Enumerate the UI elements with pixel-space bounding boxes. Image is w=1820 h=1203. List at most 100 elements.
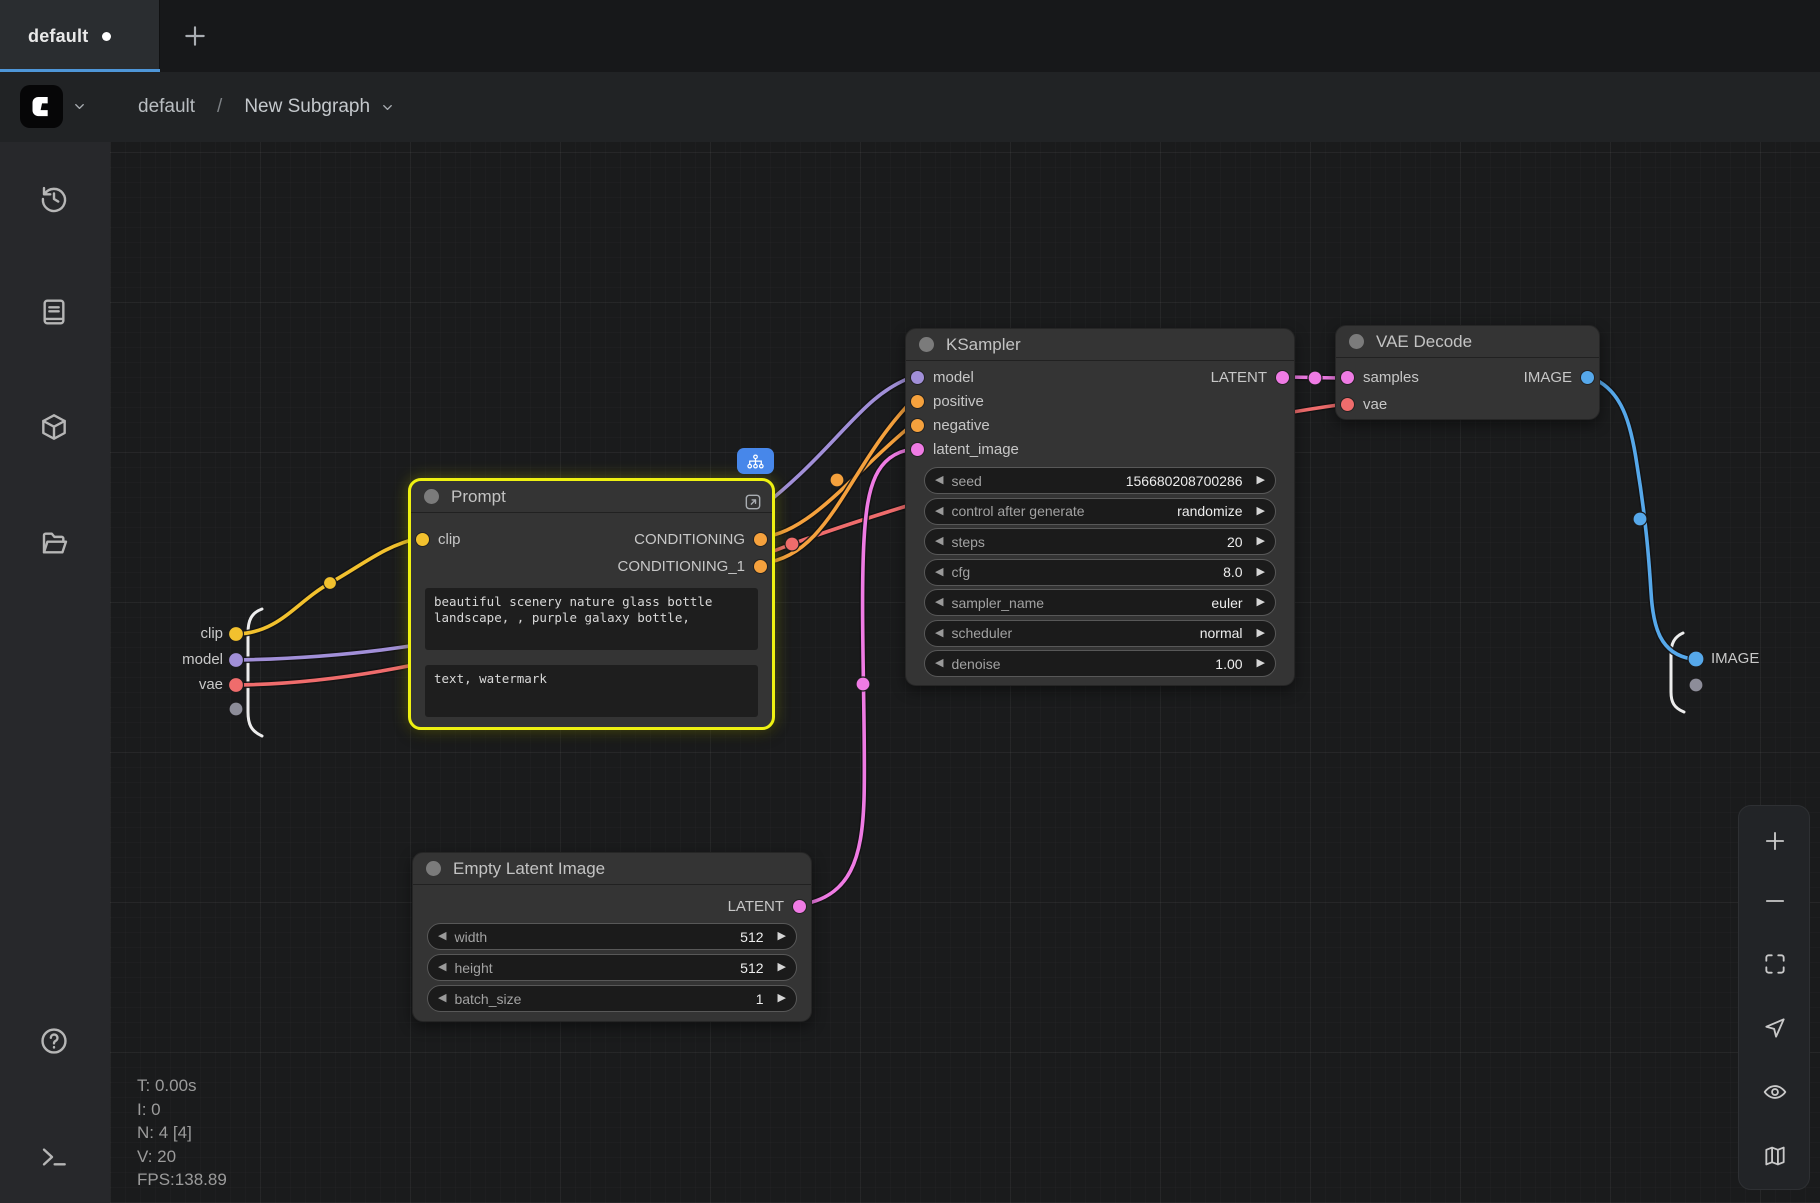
widget-width[interactable]: ◀ width 512 ▶ [427,923,797,950]
output-label-image: IMAGE [1524,369,1572,386]
increment-arrow-icon[interactable]: ▶ [1257,658,1265,669]
widget-scheduler[interactable]: ◀ scheduler normal ▶ [924,620,1276,647]
node-ksampler[interactable]: KSampler model LATENT positive negative … [905,328,1295,686]
decrement-arrow-icon[interactable]: ◀ [438,962,446,973]
widget-value[interactable]: randomize [1177,503,1242,519]
output-slot-latent[interactable] [793,900,806,913]
widget-cfg[interactable]: ◀ cfg 8.0 ▶ [924,559,1276,586]
node-header[interactable]: Empty Latent Image [413,853,811,885]
node-title: VAE Decode [1376,332,1472,352]
widget-value[interactable]: 1.00 [1215,656,1242,672]
subgraph-input-label-clip: clip [128,625,223,642]
widget-seed[interactable]: ◀ seed 156680208700286 ▶ [924,467,1276,494]
widget-value[interactable]: 512 [740,960,763,976]
collapse-dot[interactable] [424,489,439,504]
input-slot-vae[interactable] [1341,398,1354,411]
input-label-vae: vae [1363,396,1387,413]
minimap-button[interactable] [1762,1143,1788,1169]
output-slot-conditioning[interactable] [754,533,767,546]
slot-row: LATENT [413,893,811,919]
increment-arrow-icon[interactable]: ▶ [778,931,786,942]
zoom-in-icon [1762,828,1788,854]
zoom-out-button[interactable] [1762,888,1788,914]
breadcrumb-subgraph[interactable]: New Subgraph [244,96,395,118]
collapse-dot[interactable] [426,861,441,876]
widget-batch-size[interactable]: ◀ batch_size 1 ▶ [427,985,797,1012]
node-vae-decode[interactable]: VAE Decode samples IMAGE vae [1335,325,1600,420]
increment-arrow-icon[interactable]: ▶ [778,993,786,1004]
input-slot-samples[interactable] [1341,371,1354,384]
widget-value[interactable]: euler [1211,595,1242,611]
input-slot-positive[interactable] [911,395,924,408]
breadcrumb-subgraph-label: New Subgraph [244,96,370,118]
widget-sampler-name[interactable]: ◀ sampler_name euler ▶ [924,589,1276,616]
increment-arrow-icon[interactable]: ▶ [778,962,786,973]
select-mode-button[interactable] [1762,1015,1788,1041]
node-empty-latent-image[interactable]: Empty Latent Image LATENT ◀ width 512 ▶ … [412,852,812,1022]
widget-value[interactable]: 156680208700286 [1126,473,1243,489]
decrement-arrow-icon[interactable]: ◀ [438,931,446,942]
canvas-controls-panel [1738,805,1810,1190]
decrement-arrow-icon[interactable]: ◀ [935,597,943,608]
increment-arrow-icon[interactable]: ▶ [1257,628,1265,639]
widget-control-after-generate[interactable]: ◀ control after generate randomize ▶ [924,498,1276,525]
decrement-arrow-icon[interactable]: ◀ [935,536,943,547]
node-prompt[interactable]: Prompt clip CONDITIONING CONDITIONING_1 … [408,478,775,730]
sidebar-terminal-button[interactable] [37,1140,71,1174]
subgraph-badge[interactable] [737,448,774,474]
widget-height[interactable]: ◀ height 512 ▶ [427,954,797,981]
comfy-logo[interactable] [20,85,63,128]
widget-value[interactable]: normal [1200,625,1243,641]
expand-subgraph-icon[interactable] [743,492,763,512]
slot-row: CONDITIONING_1 [411,553,772,579]
decrement-arrow-icon[interactable]: ◀ [935,506,943,517]
output-slot-image[interactable] [1581,371,1594,384]
input-slot-model[interactable] [911,371,924,384]
increment-arrow-icon[interactable]: ▶ [1257,506,1265,517]
increment-arrow-icon[interactable]: ▶ [1257,536,1265,547]
sidebar-workflows-button[interactable] [37,526,71,560]
widget-value[interactable]: 512 [740,929,763,945]
input-slot-latent-image[interactable] [911,443,924,456]
node-header[interactable]: VAE Decode [1336,326,1599,358]
collapse-dot[interactable] [919,337,934,352]
toggle-link-visibility-button[interactable] [1762,1079,1788,1105]
decrement-arrow-icon[interactable]: ◀ [438,993,446,1004]
widget-name: sampler_name [951,595,1203,611]
fit-view-button[interactable] [1762,951,1788,977]
increment-arrow-icon[interactable]: ▶ [1257,597,1265,608]
widget-value[interactable]: 20 [1227,534,1243,550]
collapse-dot[interactable] [1349,334,1364,349]
node-header[interactable]: KSampler [906,329,1294,361]
decrement-arrow-icon[interactable]: ◀ [935,475,943,486]
logo-dropdown-chevron[interactable] [72,99,87,119]
workflow-tab-default[interactable]: default [0,0,160,72]
node-header[interactable]: Prompt [411,481,772,513]
decrement-arrow-icon[interactable]: ◀ [935,567,943,578]
widget-name: batch_size [454,991,747,1007]
new-workflow-tab-button[interactable] [172,14,218,58]
model-box-icon [38,411,70,443]
sidebar-node-library-button[interactable] [37,295,71,329]
decrement-arrow-icon[interactable]: ◀ [935,658,943,669]
widget-value[interactable]: 1 [756,991,764,1007]
sidebar-history-button[interactable] [37,182,71,216]
output-slot-conditioning-1[interactable] [754,560,767,573]
widget-steps[interactable]: ◀ steps 20 ▶ [924,528,1276,555]
increment-arrow-icon[interactable]: ▶ [1257,475,1265,486]
slot-row: model LATENT [906,365,1294,389]
positive-prompt-textarea[interactable]: beautiful scenery nature glass bottle la… [425,588,758,650]
negative-prompt-textarea[interactable]: text, watermark [425,665,758,717]
stat-nodes: N: 4 [4] [137,1121,227,1145]
sidebar-help-button[interactable] [37,1024,71,1058]
breadcrumb-workflow[interactable]: default [138,96,195,118]
output-slot-latent[interactable] [1276,371,1289,384]
input-slot-clip[interactable] [416,533,429,546]
input-slot-negative[interactable] [911,419,924,432]
widget-value[interactable]: 8.0 [1223,564,1242,580]
decrement-arrow-icon[interactable]: ◀ [935,628,943,639]
sidebar-models-button[interactable] [37,410,71,444]
zoom-in-button[interactable] [1762,828,1788,854]
increment-arrow-icon[interactable]: ▶ [1257,567,1265,578]
widget-denoise[interactable]: ◀ denoise 1.00 ▶ [924,650,1276,677]
